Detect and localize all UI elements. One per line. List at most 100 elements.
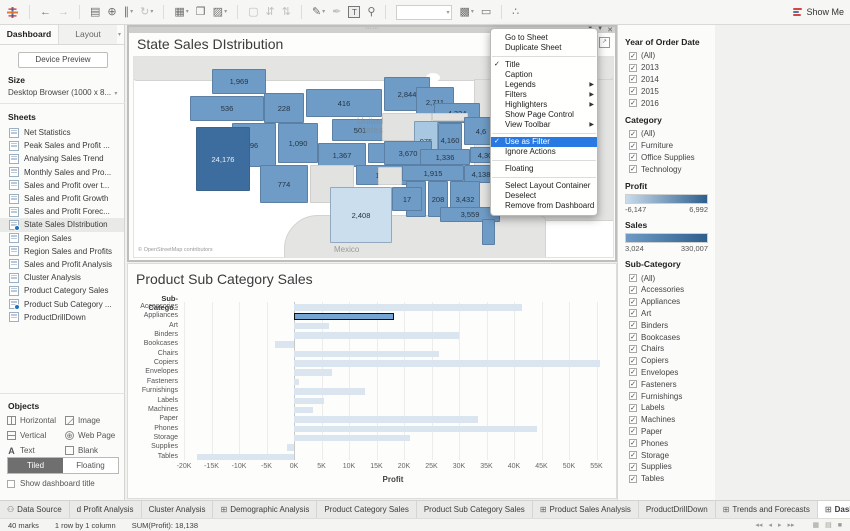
menu-item-legends[interactable]: Legends▶ (491, 80, 597, 90)
add-data-source-icon[interactable]: ⊕ (107, 7, 116, 18)
text-object-icon[interactable]: T (348, 6, 360, 18)
category-filter-item[interactable]: ✓Office Supplies (625, 152, 708, 164)
remove-panel-icon[interactable]: ✕ (607, 26, 613, 34)
first-record-icon[interactable]: ◂◂ (755, 521, 762, 529)
subcategory-filter-item[interactable]: ✓Labels (625, 402, 708, 414)
state-shape-nodata[interactable] (432, 113, 468, 121)
year-filter-item[interactable]: ✓2014 (625, 74, 708, 86)
presentation-mode-icon[interactable]: ▭ (481, 7, 491, 18)
sheet-item[interactable]: Sales and Profit Analysis (0, 258, 124, 271)
checkbox-checked-icon[interactable]: ✓ (629, 439, 637, 447)
show-filmstrip-icon[interactable]: ■ (838, 522, 842, 529)
sales-color-gradient[interactable] (625, 233, 708, 243)
sheet-item[interactable]: Sales and Profit Growth (0, 192, 124, 205)
checkbox-checked-icon[interactable]: ✓ (629, 52, 637, 60)
state-shape[interactable]: 2,408 (330, 187, 392, 243)
tiled-button[interactable]: Tiled (8, 458, 63, 473)
show-sheet-sorter-icon[interactable]: ▤ (825, 521, 832, 529)
subcategory-filter-item[interactable]: ✓Phones (625, 437, 708, 449)
menu-item-ignore-actions[interactable]: Ignore Actions (491, 147, 597, 157)
checkbox-checked-icon[interactable]: ✓ (629, 345, 637, 353)
sheet-item[interactable]: Region Sales and Profits (0, 245, 124, 258)
state-shape[interactable]: 1,367 (318, 143, 366, 167)
menu-item-use-as-filter[interactable]: ✓Use as Filter (491, 137, 597, 147)
menu-item-caption[interactable]: Caption (491, 70, 597, 80)
bar[interactable] (197, 454, 294, 461)
menu-item-duplicate-sheet[interactable]: Duplicate Sheet (491, 43, 597, 53)
subcategory-filter-item[interactable]: ✓(All) (625, 272, 708, 284)
sheet-item[interactable]: Peak Sales and Profit ... (0, 139, 124, 152)
tab-layout[interactable]: Layout (58, 25, 117, 44)
highlight-icon[interactable]: ✎▾ (312, 7, 325, 18)
bar[interactable] (294, 304, 522, 311)
bar[interactable] (294, 426, 537, 433)
group-members-icon[interactable]: ▢ (248, 7, 258, 18)
format-icon[interactable]: ✒ (332, 7, 341, 18)
checkbox-checked-icon[interactable]: ✓ (629, 274, 637, 282)
state-shape[interactable]: 1,915 (402, 165, 464, 181)
sheet-tab-d-profit-analysis[interactable]: d Profit Analysis (70, 501, 142, 518)
redo-icon[interactable]: → (58, 7, 69, 18)
bar[interactable] (294, 323, 329, 330)
checkbox-checked-icon[interactable]: ✓ (629, 380, 637, 388)
checkbox-checked-icon[interactable]: ✓ (629, 463, 637, 471)
sheet-item[interactable]: Sales and Profit over t... (0, 179, 124, 192)
checkbox-checked-icon[interactable]: ✓ (629, 392, 637, 400)
tab-dashboard[interactable]: Dashboard (0, 25, 58, 44)
sort-ascending-icon[interactable]: ⇵ (266, 7, 275, 18)
last-record-icon[interactable]: ▸▸ (787, 521, 794, 529)
sheet-item[interactable]: Product Category Sales (0, 284, 124, 297)
checkbox-checked-icon[interactable]: ✓ (629, 142, 637, 150)
subcategory-filter-item[interactable]: ✓Art (625, 308, 708, 320)
menu-item-title[interactable]: ✓Title (491, 60, 597, 70)
sheet-item[interactable]: Cluster Analysis (0, 271, 124, 284)
floating-button[interactable]: Floating (63, 458, 118, 473)
state-shape[interactable]: 536 (190, 96, 264, 121)
previous-record-icon[interactable]: ◂ (768, 521, 772, 529)
state-shape[interactable]: 774 (260, 165, 308, 203)
checkbox-checked-icon[interactable]: ✓ (629, 309, 637, 317)
device-preview-button[interactable]: Device Preview (18, 52, 108, 68)
checkbox-checked-icon[interactable]: ✓ (629, 130, 637, 138)
bar[interactable] (294, 379, 299, 386)
year-filter-item[interactable]: ✓2013 (625, 62, 708, 74)
object-vertical[interactable]: Vertical (7, 428, 65, 443)
run-auto-updates-icon[interactable]: ↻▾ (140, 7, 153, 18)
menu-item-highlighters[interactable]: Highlighters▶ (491, 100, 597, 110)
menu-item-view-toolbar[interactable]: View Toolbar▶ (491, 120, 597, 130)
new-worksheet-icon[interactable]: ▦▾ (174, 7, 188, 18)
year-filter-item[interactable]: ✓2015 (625, 85, 708, 97)
sheet-tab-dashboard-5[interactable]: ⊞Dashboard 5 (818, 501, 850, 518)
undo-icon[interactable]: ← (40, 7, 51, 18)
sheet-tab-cluster-analysis[interactable]: Cluster Analysis (142, 501, 214, 518)
menu-item-remove-from-dashboard[interactable]: Remove from Dashboard (491, 201, 597, 211)
bar-chart-panel[interactable]: Product Sub Category Sales Sub-Catego.. … (127, 263, 617, 499)
subcategory-filter-item[interactable]: ✓Chairs (625, 343, 708, 355)
object-horizontal[interactable]: Horizontal (7, 413, 65, 428)
bar[interactable] (294, 360, 600, 367)
go-to-sheet-icon[interactable]: ↗ (599, 37, 610, 48)
subcategory-filter-item[interactable]: ✓Fasteners (625, 378, 708, 390)
subcategory-filter-item[interactable]: ✓Appliances (625, 296, 708, 308)
subcategory-filter-item[interactable]: ✓Tables (625, 473, 708, 485)
bar[interactable] (287, 444, 294, 451)
checkbox-checked-icon[interactable]: ✓ (629, 75, 637, 83)
sheet-item[interactable]: Sales and Profit Forec... (0, 205, 124, 218)
pin-icon[interactable]: ⚲ (367, 7, 375, 18)
subcategory-filter-item[interactable]: ✓Accessories (625, 284, 708, 296)
subcategory-filter-item[interactable]: ✓Machines (625, 414, 708, 426)
sheet-item[interactable]: ProductDrillDown (0, 311, 124, 324)
show-dashboard-title-checkbox[interactable] (7, 480, 15, 488)
sheet-item[interactable]: Product Sub Category ... (0, 297, 124, 310)
bar[interactable] (275, 341, 294, 348)
checkbox-checked-icon[interactable]: ✓ (629, 357, 637, 365)
state-shape[interactable]: 416 (306, 89, 382, 117)
bar[interactable] (294, 416, 478, 423)
show-dashboard-title-row[interactable]: Show dashboard title (7, 479, 95, 488)
bar[interactable] (294, 369, 332, 376)
state-shape-nodata[interactable] (378, 167, 402, 185)
subcategory-filter-item[interactable]: ✓Bookcases (625, 331, 708, 343)
checkbox-checked-icon[interactable]: ✓ (629, 99, 637, 107)
bar[interactable] (294, 407, 313, 414)
checkbox-checked-icon[interactable]: ✓ (629, 87, 637, 95)
